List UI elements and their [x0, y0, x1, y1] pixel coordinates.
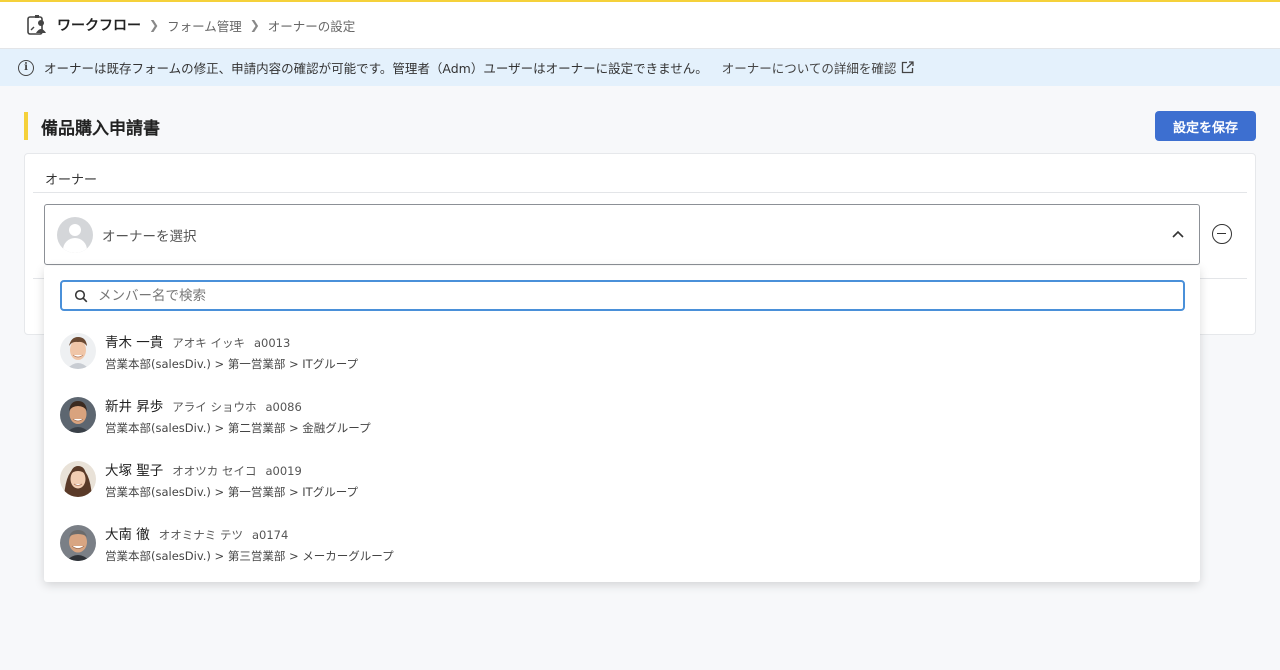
owner-section-label: オーナー	[45, 173, 98, 188]
top-bar: ワークフロー ❯ フォーム管理 ❯ オーナーの設定	[0, 0, 1280, 49]
avatar	[60, 525, 96, 561]
search-box[interactable]	[60, 280, 1185, 311]
breadcrumb-owner-settings: オーナーの設定	[267, 18, 356, 34]
member-department: 営業本部(salesDiv.) > 第一営業部 > ITグループ	[105, 356, 359, 371]
owner-select[interactable]: オーナーを選択	[44, 204, 1200, 265]
info-message: オーナーは既存フォームの修正、申請内容の確認が可能です。管理者（Adm）ユーザー…	[44, 61, 708, 76]
info-banner: i オーナーは既存フォームの修正、申請内容の確認が可能です。管理者（Adm）ユー…	[0, 49, 1280, 86]
breadcrumb-root[interactable]: ワークフロー	[57, 15, 141, 35]
page-title: 備品購入申請書	[41, 118, 160, 139]
avatar	[60, 397, 96, 433]
member-kana: オオミナミ テツ	[158, 527, 243, 542]
member-kana: アライ ショウホ	[172, 399, 257, 414]
chevron-up-icon[interactable]	[1171, 229, 1185, 239]
member-list-item[interactable]: 大塚 聖子 オオツカ セイコ a0019 営業本部(salesDiv.) > 第…	[44, 447, 1200, 511]
owner-details-link[interactable]: オーナーについての詳細を確認	[722, 58, 915, 77]
divider	[33, 192, 1247, 193]
save-settings-button[interactable]: 設定を保存	[1155, 111, 1256, 141]
avatar	[60, 461, 96, 497]
avatar	[60, 333, 96, 369]
member-text: 大塚 聖子 オオツカ セイコ a0019 営業本部(salesDiv.) > 第…	[105, 459, 358, 500]
member-list-item[interactable]: 青木 一貴 アオキ イッキ a0013 営業本部(salesDiv.) > 第一…	[44, 319, 1200, 383]
member-list-item[interactable]: 新井 昇歩 アライ ショウホ a0086 営業本部(salesDiv.) > 第…	[44, 383, 1200, 447]
member-id: a0174	[251, 527, 289, 542]
member-kana: オオツカ セイコ	[172, 463, 257, 478]
member-name: 新井 昇歩	[105, 398, 164, 415]
member-kana: アオキ イッキ	[172, 335, 245, 350]
member-id: a0013	[253, 335, 291, 350]
member-department: 営業本部(salesDiv.) > 第一営業部 > ITグループ	[105, 484, 359, 499]
member-name: 青木 一貴	[105, 334, 164, 351]
member-id: a0086	[265, 399, 302, 414]
chevron-right-icon: ❯	[249, 18, 260, 32]
member-search-input[interactable]	[98, 282, 1183, 309]
workflow-app-icon	[27, 15, 46, 35]
member-name: 大塚 聖子	[105, 462, 164, 479]
member-text: 大南 徹 オオミナミ テツ a0174 営業本部(salesDiv.) > 第三…	[105, 523, 394, 564]
remove-owner-icon[interactable]	[1212, 224, 1232, 244]
user-placeholder-icon	[57, 216, 93, 253]
member-text: 新井 昇歩 アライ ショウホ a0086 営業本部(salesDiv.) > 第…	[105, 395, 371, 436]
breadcrumb-form-management[interactable]: フォーム管理	[167, 16, 242, 35]
member-text: 青木 一貴 アオキ イッキ a0013 営業本部(salesDiv.) > 第一…	[105, 331, 358, 372]
member-dropdown: 青木 一貴 アオキ イッキ a0013 営業本部(salesDiv.) > 第一…	[44, 266, 1200, 582]
chevron-right-icon: ❯	[149, 18, 160, 32]
member-name: 大南 徹	[105, 526, 150, 543]
info-icon: i	[18, 59, 34, 76]
member-list-item[interactable]: 大南 徹 オオミナミ テツ a0174 営業本部(salesDiv.) > 第三…	[44, 511, 1200, 575]
owner-select-placeholder: オーナーを選択	[102, 228, 197, 245]
external-link-icon	[902, 61, 914, 74]
page-title-wrapper: 備品購入申請書	[24, 112, 160, 140]
member-id: a0019	[265, 463, 302, 478]
search-icon	[74, 289, 88, 302]
member-department: 営業本部(salesDiv.) > 第三営業部 > メーカーグループ	[105, 548, 394, 563]
owner-details-link-label[interactable]: オーナーについての詳細を確認	[722, 58, 897, 77]
member-department: 営業本部(salesDiv.) > 第二営業部 > 金融グループ	[105, 420, 371, 435]
